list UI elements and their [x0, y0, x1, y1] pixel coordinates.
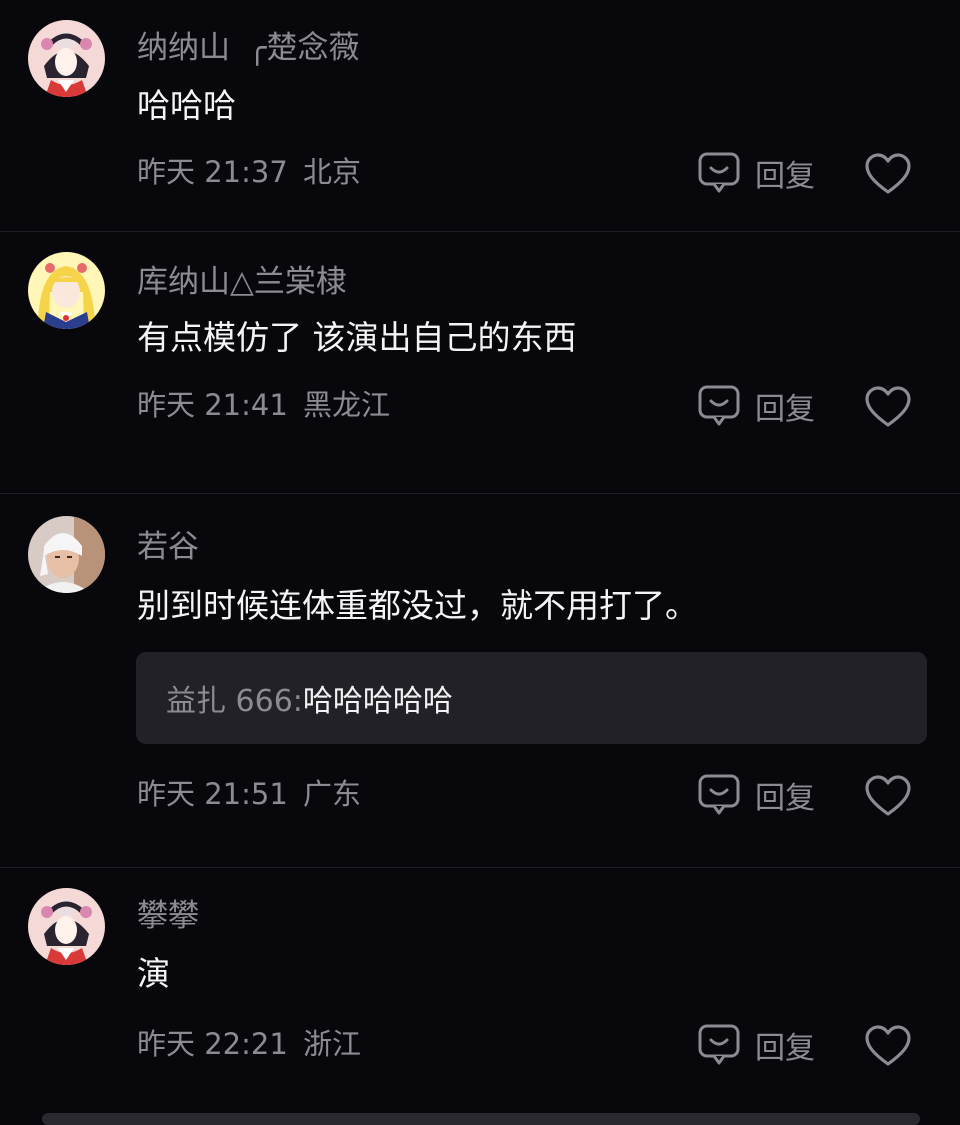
heart-icon — [864, 385, 912, 429]
like-button[interactable] — [864, 152, 912, 196]
reply-button[interactable]: 回复 — [697, 1023, 815, 1067]
comment-text: 演 — [137, 954, 170, 993]
next-comment-preview — [42, 1113, 920, 1125]
avatar[interactable] — [28, 888, 105, 965]
comment-location: 广东 — [303, 777, 362, 811]
comment-time: 昨天 22:21 — [137, 1027, 288, 1061]
like-button[interactable] — [864, 1024, 912, 1068]
comment-username[interactable]: 攀攀 — [137, 896, 199, 936]
sub-reply-author: 益扎 666: — [166, 684, 303, 719]
opera-girl-avatar-icon — [28, 20, 105, 97]
reply-icon — [697, 151, 741, 195]
reply-icon — [697, 773, 741, 817]
username-extra-label: ╭楚念薇 — [247, 30, 360, 66]
opera-girl-avatar-icon — [28, 888, 105, 965]
reply-button[interactable]: 回复 — [697, 384, 815, 428]
comment-item: 若谷 别到时候连体重都没过，就不用打了。 益扎 666: 哈哈哈哈哈 昨天 21… — [0, 494, 960, 868]
comment-username[interactable]: 纳纳山 ╭楚念薇 — [137, 28, 360, 68]
sub-reply-preview[interactable]: 益扎 666: 哈哈哈哈哈 — [136, 652, 927, 744]
like-button[interactable] — [864, 774, 912, 818]
comment-location: 北京 — [303, 155, 362, 189]
avatar[interactable] — [28, 252, 105, 329]
comment-meta: 昨天 21:41 黑龙江 — [137, 385, 390, 425]
comment-username[interactable]: 库纳山△兰棠棣 — [137, 262, 347, 302]
comment-text: 哈哈哈 — [137, 86, 236, 125]
reply-label: 回复 — [755, 781, 815, 816]
comment-meta: 昨天 21:51 广东 — [137, 774, 361, 814]
comment-item: 纳纳山 ╭楚念薇 哈哈哈 昨天 21:37 北京 回复 — [0, 0, 960, 232]
comment-item: 库纳山△兰棠棣 有点模仿了 该演出自己的东西 昨天 21:41 黑龙江 回复 — [0, 232, 960, 494]
avatar[interactable] — [28, 516, 105, 593]
reply-label: 回复 — [755, 159, 815, 194]
comment-location: 黑龙江 — [303, 388, 391, 422]
comment-item: 攀攀 演 昨天 22:21 浙江 回复 — [0, 868, 960, 1121]
like-button[interactable] — [864, 385, 912, 429]
comment-time: 昨天 21:37 — [137, 155, 288, 189]
comment-meta: 昨天 21:37 北京 — [137, 152, 361, 192]
username-label: 纳纳山 — [137, 30, 230, 66]
bandaged-man-avatar-icon — [28, 516, 105, 593]
comment-username[interactable]: 若谷 — [137, 527, 199, 567]
comment-text: 有点模仿了 该演出自己的东西 — [137, 318, 577, 357]
comment-time: 昨天 21:51 — [137, 777, 288, 811]
reply-icon — [697, 384, 741, 428]
blonde-anime-girl-avatar-icon — [28, 252, 105, 329]
heart-icon — [864, 774, 912, 818]
reply-button[interactable]: 回复 — [697, 151, 815, 195]
heart-icon — [864, 1024, 912, 1068]
reply-label: 回复 — [755, 1031, 815, 1066]
comment-text: 别到时候连体重都没过，就不用打了。 — [137, 586, 698, 625]
avatar[interactable] — [28, 20, 105, 97]
comment-location: 浙江 — [303, 1027, 362, 1061]
comment-time: 昨天 21:41 — [137, 388, 288, 422]
reply-icon — [697, 1023, 741, 1067]
sub-reply-text: 哈哈哈哈哈 — [302, 684, 453, 719]
comment-meta: 昨天 22:21 浙江 — [137, 1024, 361, 1064]
reply-button[interactable]: 回复 — [697, 773, 815, 817]
reply-label: 回复 — [755, 392, 815, 427]
heart-icon — [864, 152, 912, 196]
